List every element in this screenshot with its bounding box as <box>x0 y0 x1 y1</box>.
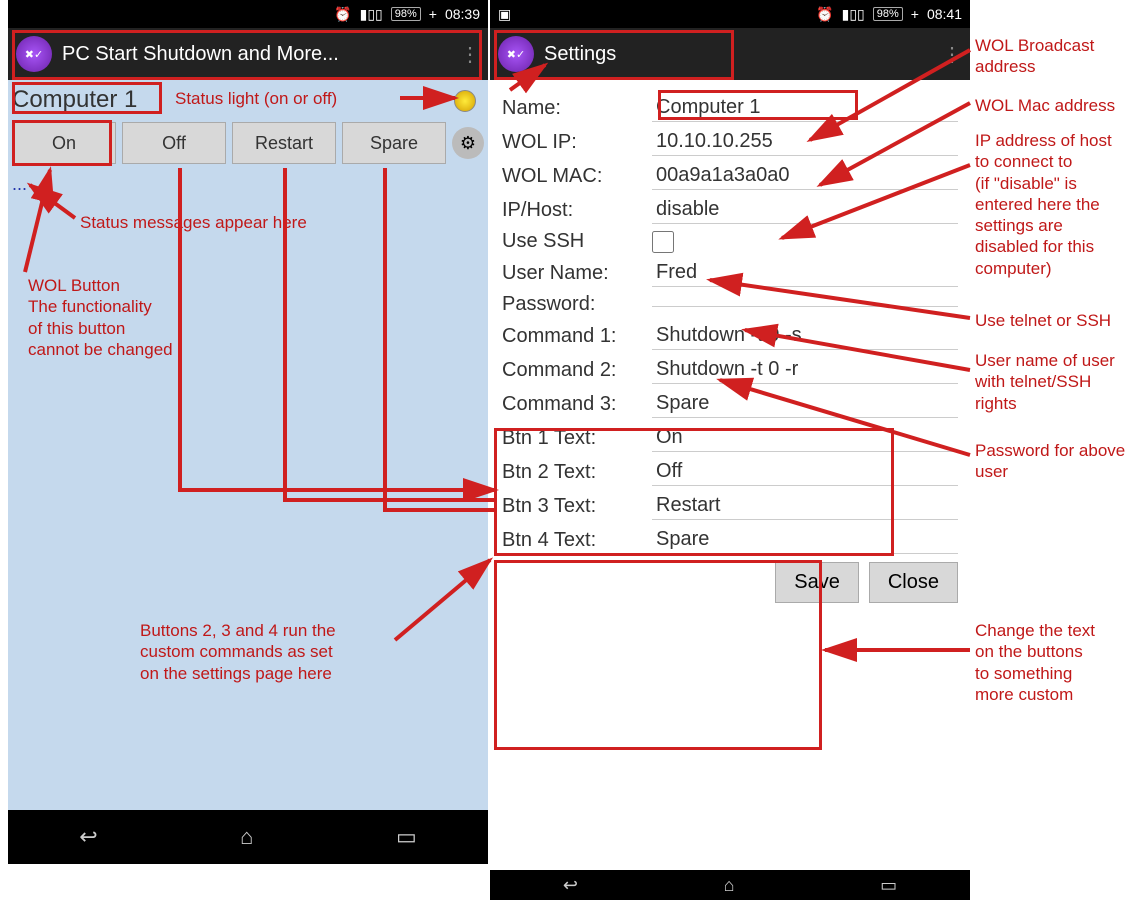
restart-button[interactable]: Restart <box>232 122 336 164</box>
clock-time: 08:39 <box>445 6 480 22</box>
btn2text-label: Btn 2 Text: <box>502 461 652 484</box>
btn4text-input[interactable]: Spare <box>652 526 958 554</box>
ann-custom-cmds: Buttons 2, 3 and 4 run the custom comman… <box>140 620 336 684</box>
clock-time: 08:41 <box>927 6 962 22</box>
cmd3-label: Command 3: <box>502 393 652 416</box>
back-icon[interactable]: ↩ <box>79 824 97 850</box>
ann-wol-btn: WOL Button The functionality of this but… <box>28 275 173 360</box>
phone-settings: ▣ ⏰ ▮▯▯ 98% + 08:41 ✖✓ Settings ⋮ Name:C… <box>490 0 970 611</box>
iphost-label: IP/Host: <box>502 199 652 222</box>
app-bar: ✖✓ PC Start Shutdown and More... ⋮ <box>8 28 488 80</box>
username-label: User Name: <box>502 262 652 285</box>
wolip-label: WOL IP: <box>502 131 652 154</box>
home-icon[interactable]: ⌂ <box>724 875 735 896</box>
alarm-icon: ⏰ <box>334 6 351 23</box>
home-icon[interactable]: ⌂ <box>240 824 253 850</box>
username-input[interactable]: Fred <box>652 259 958 287</box>
gear-icon[interactable]: ⚙ <box>452 127 484 159</box>
btn1text-input[interactable]: On <box>652 424 958 452</box>
password-label: Password: <box>502 293 652 316</box>
btn3text-label: Btn 3 Text: <box>502 495 652 518</box>
wolmac-input[interactable]: 00a9a1a3a0a0 <box>652 162 958 190</box>
ann-wol-mac: WOL Mac address <box>975 95 1115 116</box>
picture-icon: ▣ <box>498 6 511 23</box>
battery-indicator: 98% <box>873 7 903 21</box>
btn3text-input[interactable]: Restart <box>652 492 958 520</box>
btn2text-input[interactable]: Off <box>652 458 958 486</box>
on-button[interactable]: On <box>12 122 116 164</box>
settings-title: Settings <box>544 43 932 66</box>
off-button[interactable]: Off <box>122 122 226 164</box>
ann-use-ssh: Use telnet or SSH <box>975 310 1111 331</box>
ann-status-msg: Status messages appear here <box>80 212 307 233</box>
cmd1-input[interactable]: Shutdown -t 0 -s <box>652 322 958 350</box>
recent-icon[interactable]: ▭ <box>396 824 417 850</box>
signal-icon: ▮▯▯ <box>360 6 383 23</box>
spare-button[interactable]: Spare <box>342 122 446 164</box>
ann-ip-host: IP address of host to connect to (if "di… <box>975 130 1112 279</box>
cmd2-label: Command 2: <box>502 359 652 382</box>
ann-username: User name of user with telnet/SSH rights <box>975 350 1115 414</box>
iphost-input[interactable]: disable <box>652 196 958 224</box>
signal-icon: ▮▯▯ <box>842 6 865 23</box>
cmd1-label: Command 1: <box>502 325 652 348</box>
ann-password: Password for above user <box>975 440 1125 483</box>
ann-wol-broadcast: WOL Broadcast address <box>975 35 1094 78</box>
wolmac-label: WOL MAC: <box>502 165 652 188</box>
status-bar: ⏰ ▮▯▯ 98% + 08:39 <box>8 0 488 28</box>
nav-bar-2: ↩ ⌂ ▭ <box>490 870 970 900</box>
usessh-checkbox[interactable] <box>652 231 674 253</box>
button-row: On Off Restart Spare ⚙ <box>12 122 484 164</box>
btn4text-label: Btn 4 Text: <box>502 529 652 552</box>
back-icon[interactable]: ↩ <box>563 875 578 896</box>
app-logo-icon: ✖✓ <box>16 36 52 72</box>
status-bar-2: ▣ ⏰ ▮▯▯ 98% + 08:41 <box>490 0 970 28</box>
name-input[interactable]: Computer 1 <box>652 94 958 122</box>
app-logo-icon: ✖✓ <box>498 36 534 72</box>
usessh-label: Use SSH <box>502 230 652 253</box>
battery-indicator: 98% <box>391 7 421 21</box>
plus-icon: + <box>429 6 437 22</box>
settings-body: Name:Computer 1 WOL IP:10.10.10.255 WOL … <box>490 80 970 611</box>
app-bar-2: ✖✓ Settings ⋮ <box>490 28 970 80</box>
ann-status-light: Status light (on or off) <box>175 88 337 109</box>
alarm-icon: ⏰ <box>816 6 833 23</box>
main-body: Computer 1 On Off Restart Spare ⚙ ... <box>8 80 488 810</box>
nav-bar: ↩ ⌂ ▭ <box>8 810 488 864</box>
cmd2-input[interactable]: Shutdown -t 0 -r <box>652 356 958 384</box>
name-label: Name: <box>502 97 652 120</box>
password-input[interactable] <box>652 302 958 307</box>
recent-icon[interactable]: ▭ <box>880 875 897 896</box>
save-button[interactable]: Save <box>775 562 859 603</box>
status-message-area: ... <box>12 174 484 195</box>
ann-btn-text: Change the text on the buttons to someth… <box>975 620 1095 705</box>
close-button[interactable]: Close <box>869 562 958 603</box>
wolip-input[interactable]: 10.10.10.255 <box>652 128 958 156</box>
overflow-menu-icon[interactable]: ⋮ <box>460 42 480 67</box>
plus-icon: + <box>911 6 919 22</box>
status-light-icon <box>454 90 476 112</box>
app-title: PC Start Shutdown and More... <box>62 43 450 66</box>
overflow-menu-icon[interactable]: ⋮ <box>942 42 962 67</box>
cmd3-input[interactable]: Spare <box>652 390 958 418</box>
btn1text-label: Btn 1 Text: <box>502 427 652 450</box>
phone-main: ⏰ ▮▯▯ 98% + 08:39 ✖✓ PC Start Shutdown a… <box>8 0 488 865</box>
